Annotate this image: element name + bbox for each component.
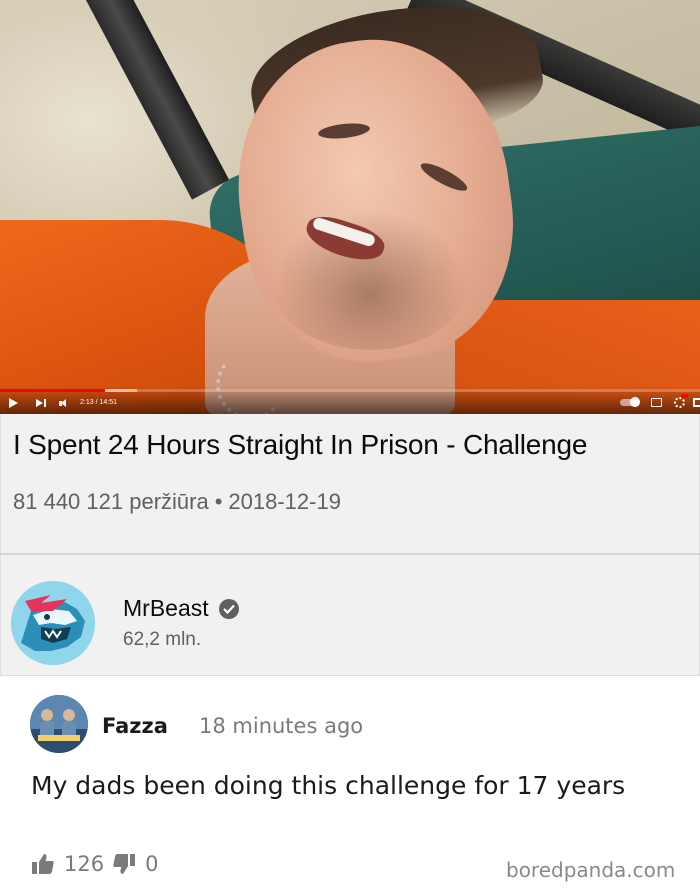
subscriber-count: 62,2 mln.: [123, 629, 202, 650]
comment-timestamp: 18 minutes ago: [199, 714, 364, 738]
hd-badge: [681, 394, 688, 398]
autoplay-toggle[interactable]: [620, 397, 640, 407]
volume-button[interactable]: [59, 396, 66, 410]
settings-icon[interactable]: [674, 397, 685, 408]
channel-avatar[interactable]: [11, 581, 95, 665]
next-button[interactable]: [36, 396, 46, 410]
fullscreen-icon[interactable]: [693, 398, 700, 407]
progress-played: [0, 389, 105, 392]
mrbeast-logo-icon: [11, 581, 95, 665]
next-icon: [36, 399, 43, 407]
thumbs-up-icon[interactable]: [31, 853, 55, 875]
publish-date: 2018-12-19: [228, 489, 341, 514]
video-title: I Spent 24 Hours Straight In Prison - Ch…: [13, 429, 588, 460]
video-meta: 81 440 121 peržiūra • 2018-12-19: [13, 489, 341, 515]
play-button[interactable]: [9, 396, 18, 410]
channel-name[interactable]: MrBeast: [123, 595, 209, 622]
watermark: boredpanda.com: [506, 858, 676, 882]
play-icon: [9, 398, 18, 408]
video-player[interactable]: [0, 0, 700, 414]
comment-author[interactable]: Fazza: [102, 714, 168, 738]
comment-actions: 126 0: [31, 850, 166, 878]
like-count: 126: [64, 852, 105, 876]
meta-separator: •: [214, 489, 223, 514]
progress-bar[interactable]: [0, 389, 700, 392]
comment-text: My dads been doing this challenge for 17…: [31, 771, 626, 800]
commenter-avatar[interactable]: [30, 695, 88, 753]
view-count: 81 440 121 peržiūra: [13, 489, 209, 514]
dislike-count: 0: [145, 852, 159, 876]
time-display: 2:13 / 14:51: [80, 399, 117, 406]
channel-panel: MrBeast 62,2 mln.: [0, 555, 700, 676]
captions-icon[interactable]: [651, 398, 662, 407]
channel-name-row[interactable]: MrBeast: [123, 595, 239, 622]
video-info-panel: I Spent 24 Hours Straight In Prison - Ch…: [0, 414, 700, 553]
avatar-image: [30, 695, 88, 753]
thumbs-down-icon[interactable]: [112, 853, 136, 875]
verified-icon: [218, 598, 239, 619]
comment: Fazza 18 minutes ago My dads been doing …: [0, 676, 700, 893]
